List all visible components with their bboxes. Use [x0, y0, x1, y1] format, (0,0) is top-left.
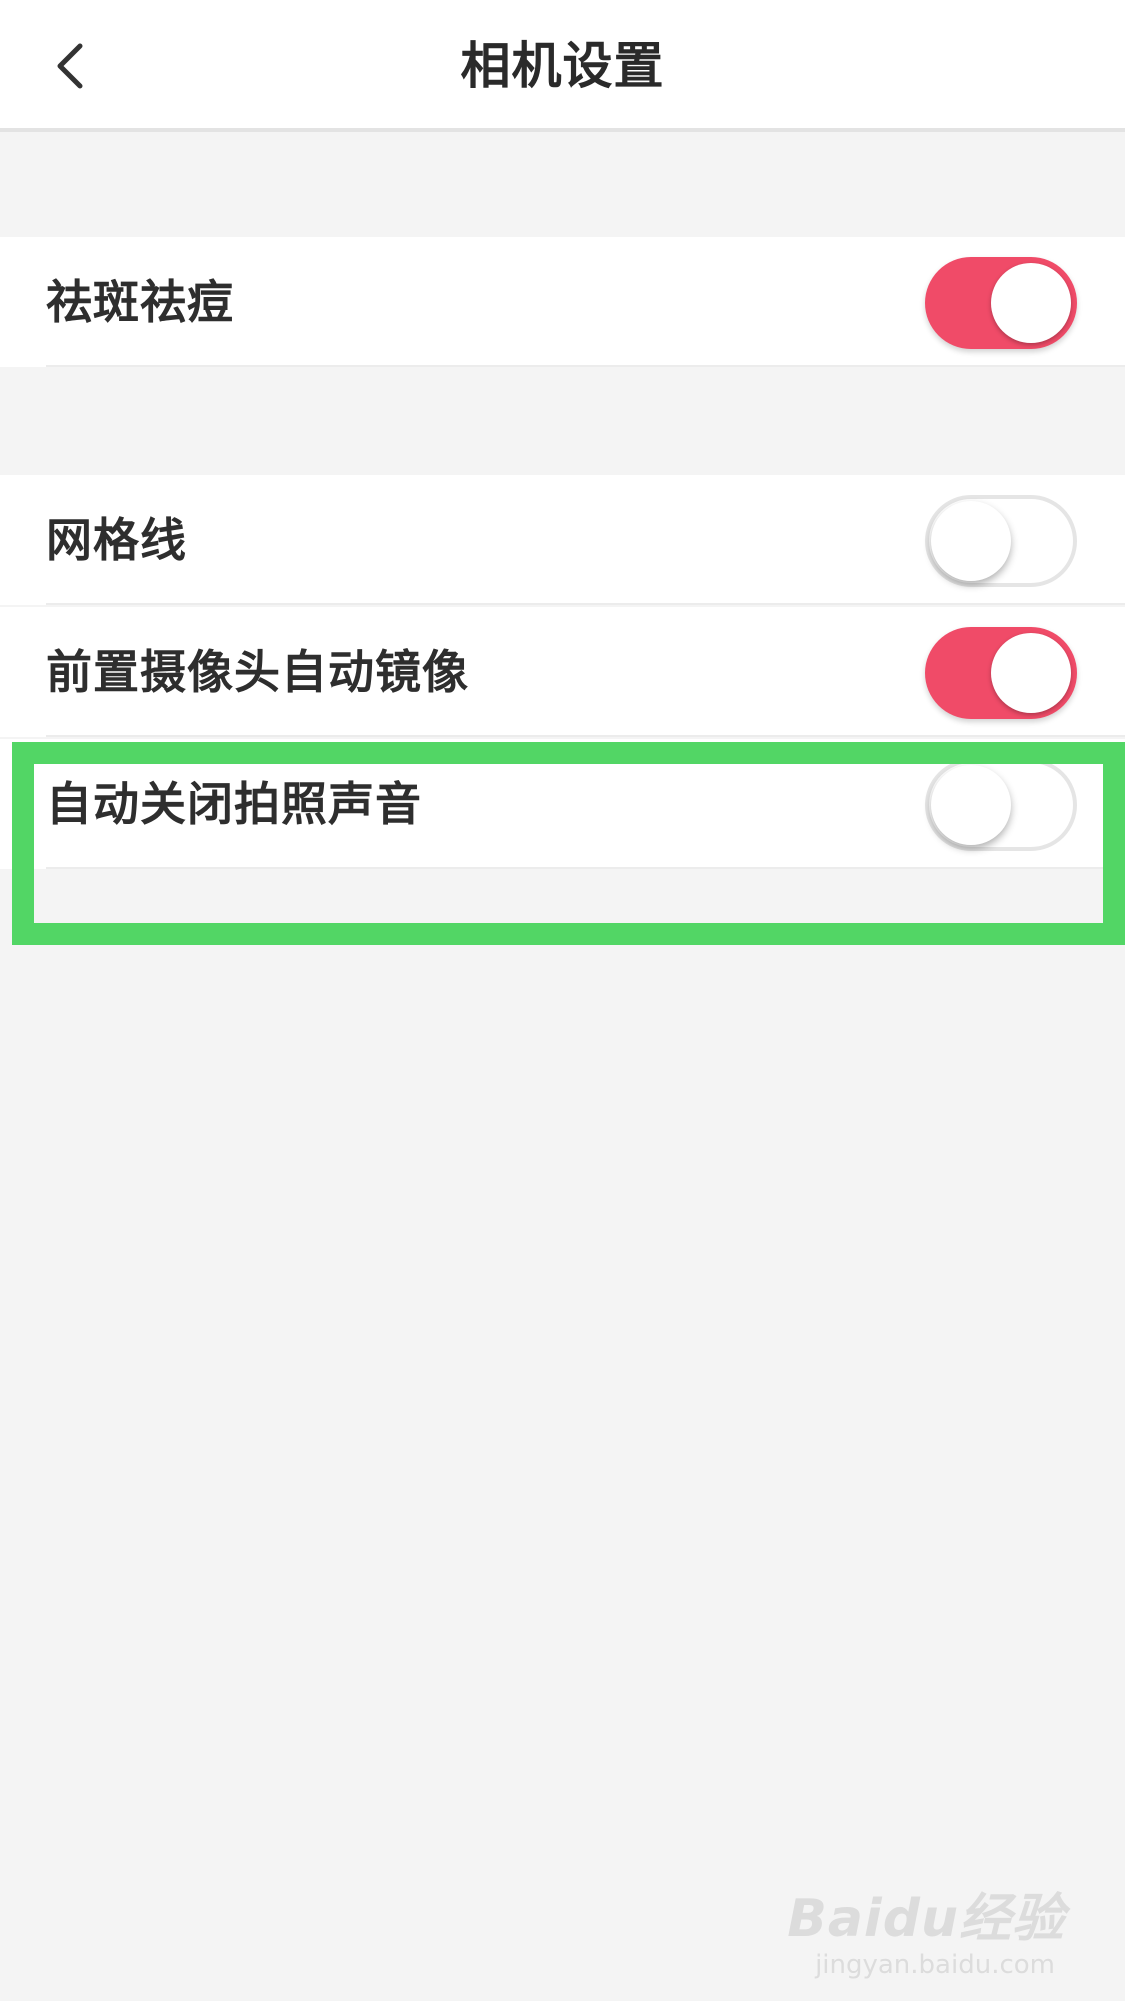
setting-row-beauty: 祛斑祛痘	[0, 237, 1125, 367]
setting-row-mirror: 前置摄像头自动镜像	[0, 607, 1125, 737]
row-divider	[46, 735, 1125, 737]
beauty-toggle[interactable]	[925, 257, 1077, 349]
toggle-knob	[991, 263, 1071, 343]
mirror-toggle[interactable]	[925, 627, 1077, 719]
watermark-logo: Baidu经验	[787, 1889, 1065, 1949]
setting-label-grid: 网格线	[46, 513, 187, 567]
shutter-sound-toggle[interactable]	[925, 759, 1077, 851]
setting-label-shutter-sound: 自动关闭拍照声音	[46, 777, 422, 831]
setting-row-shutter-sound: 自动关闭拍照声音	[0, 739, 1125, 869]
toggle-knob	[991, 633, 1071, 713]
grid-toggle[interactable]	[925, 495, 1077, 587]
setting-label-beauty: 祛斑祛痘	[46, 275, 234, 329]
watermark: Baidu经验 jingyan.baidu.com	[787, 1889, 1065, 1981]
toggle-knob	[931, 501, 1011, 581]
row-divider	[46, 603, 1125, 605]
row-divider	[46, 867, 1125, 869]
toggle-knob	[931, 765, 1011, 845]
setting-row-grid: 网格线	[0, 475, 1125, 605]
row-divider	[46, 365, 1125, 367]
page-title: 相机设置	[460, 37, 665, 95]
top-bar: 相机设置	[0, 0, 1125, 132]
watermark-url: jingyan.baidu.com	[815, 1950, 1055, 1980]
setting-label-mirror: 前置摄像头自动镜像	[46, 645, 469, 699]
